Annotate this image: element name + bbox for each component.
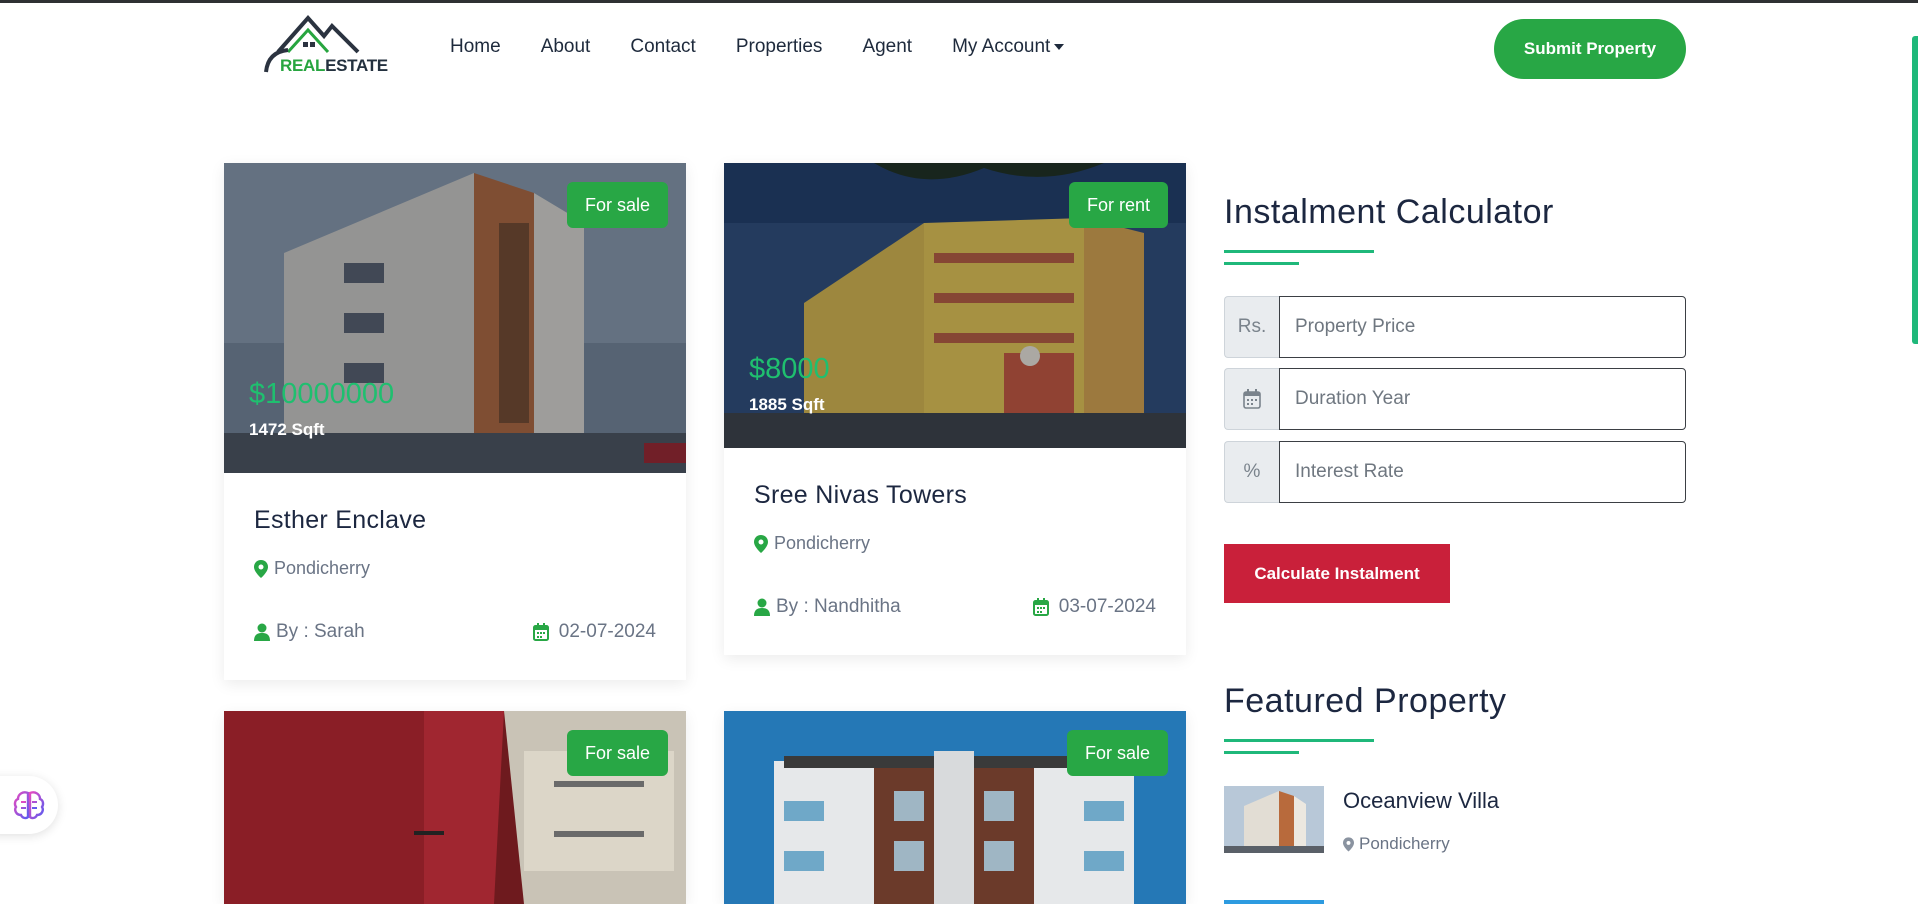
property-card[interactable]: For sale xyxy=(724,711,1186,904)
featured-item-accent xyxy=(1224,900,1324,904)
nav-about[interactable]: About xyxy=(541,36,591,58)
property-title[interactable]: Esther Enclave xyxy=(254,506,426,535)
property-card[interactable]: For sale xyxy=(224,711,686,904)
duration-group xyxy=(1224,368,1686,430)
title-underline xyxy=(1224,751,1299,754)
submit-property-button[interactable]: Submit Property xyxy=(1494,19,1686,79)
status-badge: For sale xyxy=(566,182,668,228)
nav-home[interactable]: Home xyxy=(450,36,501,58)
map-pin-icon xyxy=(1343,836,1354,852)
title-underline xyxy=(1224,262,1299,265)
featured-property-location: Pondicherry xyxy=(1343,834,1450,854)
nav-my-account[interactable]: My Account xyxy=(952,36,1065,58)
calendar-icon xyxy=(1243,389,1261,409)
site-logo[interactable]: REALESTATE xyxy=(258,12,388,84)
main-nav: Home About Contact Properties Agent My A… xyxy=(450,36,1104,58)
agent-byline[interactable]: By : Sarah xyxy=(254,621,365,643)
agent-byline[interactable]: By : Nandhitha xyxy=(754,596,901,618)
area: 1885 Sqft xyxy=(749,395,825,414)
map-pin-icon xyxy=(254,559,268,578)
duration-year-input[interactable] xyxy=(1279,368,1686,430)
duration-addon xyxy=(1224,368,1279,430)
title-underline xyxy=(1224,739,1374,742)
top-border xyxy=(0,0,1918,3)
agent-text: By : Nandhitha xyxy=(776,596,901,617)
status-badge: For rent xyxy=(1068,182,1168,228)
property-card[interactable]: For sale $10000000 1472 Sqft Esther Encl… xyxy=(224,163,686,680)
user-icon xyxy=(254,623,270,641)
date-text: 02-07-2024 xyxy=(558,621,656,642)
logo-text: REALESTATE xyxy=(280,56,388,75)
status-badge: For sale xyxy=(1066,730,1168,776)
price: $8000 xyxy=(749,353,830,385)
calendar-icon xyxy=(1032,598,1049,616)
property-location: Pondicherry xyxy=(254,558,370,579)
nav-properties[interactable]: Properties xyxy=(736,36,823,58)
interest-rate-input[interactable] xyxy=(1279,441,1686,503)
nav-my-account-label: My Account xyxy=(952,36,1051,57)
featured-title: Featured Property xyxy=(1224,682,1507,720)
featured-property-title[interactable]: Oceanview Villa xyxy=(1343,788,1499,814)
calculate-instalment-button[interactable]: Calculate Instalment xyxy=(1224,544,1450,603)
location-text: Pondicherry xyxy=(774,533,871,553)
date-text: 03-07-2024 xyxy=(1058,596,1156,617)
property-price-input[interactable] xyxy=(1279,296,1686,358)
property-price-group: Rs. xyxy=(1224,296,1686,358)
interest-rate-group: % xyxy=(1224,441,1686,503)
user-icon xyxy=(754,598,770,616)
agent-text: By : Sarah xyxy=(276,621,365,642)
title-underline xyxy=(1224,250,1374,253)
price: $10000000 xyxy=(249,378,395,410)
caret-down-icon xyxy=(1054,43,1065,50)
post-date: 02-07-2024 xyxy=(532,621,656,643)
featured-location-text: Pondicherry xyxy=(1359,834,1450,853)
property-location: Pondicherry xyxy=(754,533,870,554)
location-text: Pondicherry xyxy=(274,558,371,578)
nav-contact[interactable]: Contact xyxy=(630,36,695,58)
property-card[interactable]: For rent $8000 1885 Sqft Sree Nivas Towe… xyxy=(724,163,1186,655)
calculator-title: Instalment Calculator xyxy=(1224,193,1554,231)
rate-addon: % xyxy=(1224,441,1279,503)
calendar-icon xyxy=(532,623,549,641)
scroll-indicator[interactable] xyxy=(1912,36,1918,344)
assistant-launcher-button[interactable] xyxy=(0,776,58,834)
featured-thumbnail[interactable] xyxy=(1224,786,1324,853)
post-date: 03-07-2024 xyxy=(1032,596,1156,618)
status-badge: For sale xyxy=(566,730,668,776)
area: 1472 Sqft xyxy=(249,420,325,439)
price-addon: Rs. xyxy=(1224,296,1279,358)
property-title[interactable]: Sree Nivas Towers xyxy=(754,481,967,510)
brain-icon xyxy=(13,791,45,820)
map-pin-icon xyxy=(754,534,768,553)
nav-agent[interactable]: Agent xyxy=(862,36,912,58)
